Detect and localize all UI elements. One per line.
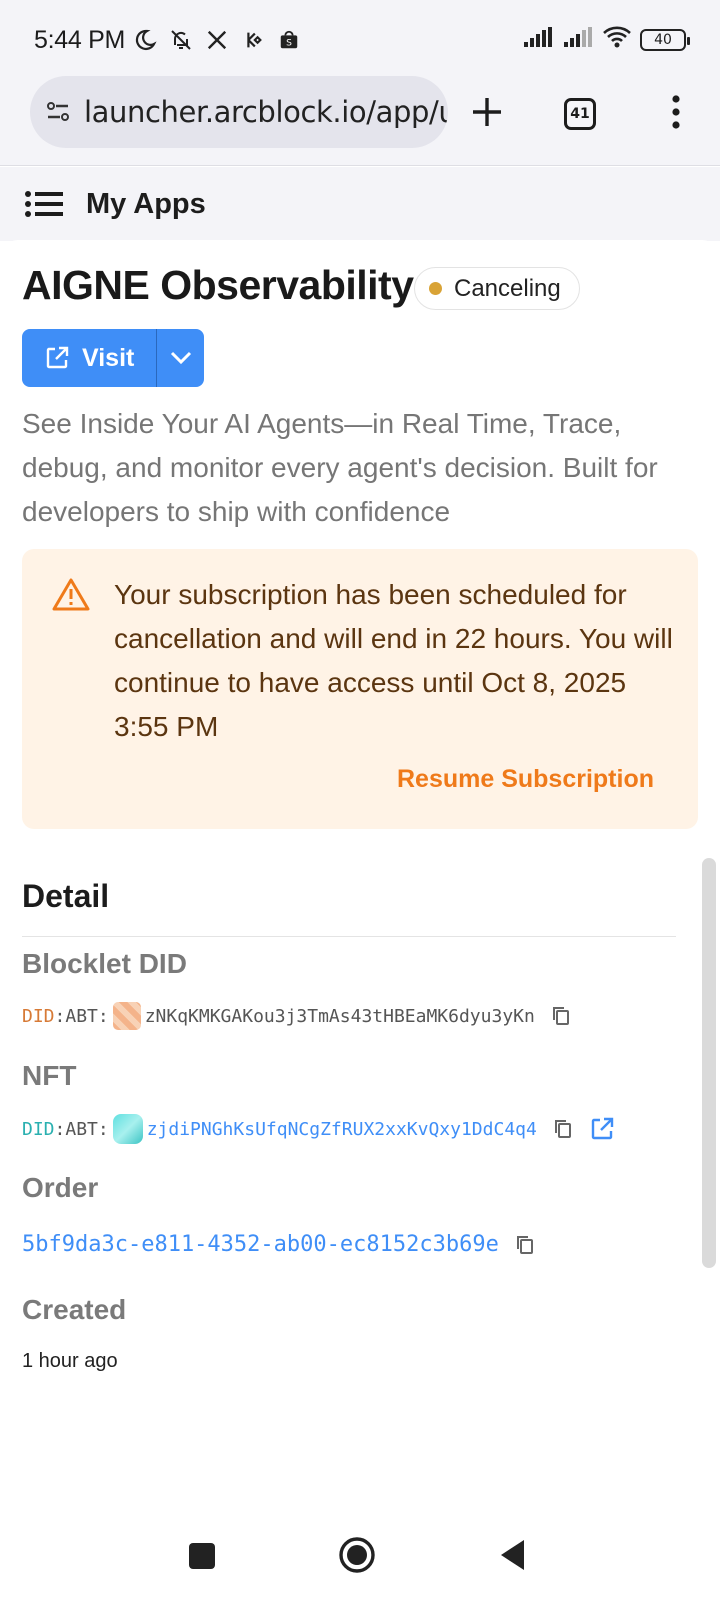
nft-did-link[interactable]: zjdiPNGhKsUfqNCgZfRUX2xxKvQxy1DdC4q4 <box>147 1119 537 1140</box>
created-value: 1 hour ago <box>22 1350 118 1372</box>
url-row: launcher.arcblock.io/app/u 41 <box>0 74 720 154</box>
did-prefix: DID <box>22 1118 55 1140</box>
blocklet-did-row: DID:ABT: zNKqKMKGAKou3j3TmAs43tHBEaMK6dy… <box>22 1002 571 1030</box>
copy-icon[interactable] <box>551 1005 571 1027</box>
browser-chrome: 5:44 PM S 40 launcher.arcblock.io/app/u … <box>0 0 720 166</box>
plus-icon <box>473 98 501 126</box>
kucoin-icon <box>239 26 267 54</box>
system-nav-bar <box>0 1520 720 1600</box>
blocklet-did-value: zNKqKMKGAKou3j3TmAs43tHBEaMK6dyu3yKn <box>144 1005 535 1027</box>
home-circle-icon <box>339 1537 375 1573</box>
did-prefix: DID <box>22 1005 55 1027</box>
blocklet-did-label: Blocklet DID <box>22 948 187 979</box>
visit-button[interactable]: Visit <box>22 329 156 387</box>
more-vert-icon <box>672 95 680 129</box>
app-header: My Apps <box>0 167 720 241</box>
url-text: launcher.arcblock.io/app/u <box>84 95 448 129</box>
scrollbar[interactable] <box>702 858 716 1268</box>
nft-did-row: DID:ABT: zjdiPNGhKsUfqNCgZfRUX2xxKvQxy1D… <box>22 1114 615 1144</box>
address-bar[interactable]: launcher.arcblock.io/app/u <box>30 76 448 148</box>
status-bar: 5:44 PM S 40 <box>0 0 720 80</box>
status-badge: Canceling <box>414 267 580 310</box>
site-settings-icon[interactable] <box>44 95 72 129</box>
chevron-down-icon <box>170 351 191 365</box>
page-title: My Apps <box>86 187 206 220</box>
copy-icon[interactable] <box>515 1234 535 1256</box>
bell-off-icon <box>167 26 195 54</box>
nft-label: NFT <box>22 1060 77 1091</box>
open-external-icon <box>44 345 70 371</box>
did-avatar <box>112 1002 141 1030</box>
recents-button[interactable] <box>188 1542 216 1575</box>
divider <box>22 936 676 937</box>
wifi-icon <box>602 25 632 56</box>
home-button[interactable] <box>338 1536 376 1579</box>
resume-subscription-link[interactable]: Resume Subscription <box>397 765 654 794</box>
tab-switcher-button[interactable]: 41 <box>560 94 600 134</box>
app-title: AIGNE Observability <box>22 262 414 308</box>
x-app-icon <box>203 26 231 54</box>
status-time: 5:44 PM <box>34 25 126 54</box>
abt-prefix: :ABT: <box>54 1118 109 1140</box>
status-label: Canceling <box>454 274 561 302</box>
detail-title: Detail <box>22 878 110 914</box>
tab-count: 41 <box>564 98 596 130</box>
warning-icon <box>52 577 90 616</box>
cell-signal-icon <box>562 26 594 55</box>
menu-icon[interactable] <box>24 190 64 218</box>
alert-message: Your subscription has been scheduled for… <box>114 579 673 742</box>
order-link[interactable]: 5bf9da3c-e811-4352-ab00-ec8152c3b69e <box>22 1232 499 1257</box>
status-dot <box>429 282 442 295</box>
order-row: 5bf9da3c-e811-4352-ab00-ec8152c3b69e <box>22 1232 535 1257</box>
order-label: Order <box>22 1172 99 1203</box>
cancellation-alert: Your subscription has been scheduled for… <box>22 549 698 829</box>
moon-icon <box>131 26 159 54</box>
visit-options-button[interactable] <box>157 329 204 387</box>
new-tab-button[interactable] <box>466 91 508 133</box>
svg-text:S: S <box>286 38 292 49</box>
back-button[interactable] <box>498 1538 526 1577</box>
created-label: Created <box>22 1294 127 1325</box>
browser-menu-button[interactable] <box>656 91 696 133</box>
square-icon <box>189 1543 215 1569</box>
abt-prefix: :ABT: <box>54 1005 109 1027</box>
visit-label: Visit <box>82 343 135 372</box>
copy-icon[interactable] <box>553 1118 573 1140</box>
app-description: See Inside Your AI Agents—in Real Time, … <box>22 408 658 527</box>
nft-avatar <box>112 1114 143 1144</box>
open-external-icon[interactable] <box>589 1116 615 1142</box>
cell-signal-icon <box>522 26 554 55</box>
battery-indicator: 40 <box>640 29 690 51</box>
back-triangle-icon <box>501 1540 524 1570</box>
visit-button-group: Visit <box>22 329 205 387</box>
shop-bag-icon: S <box>275 26 303 54</box>
